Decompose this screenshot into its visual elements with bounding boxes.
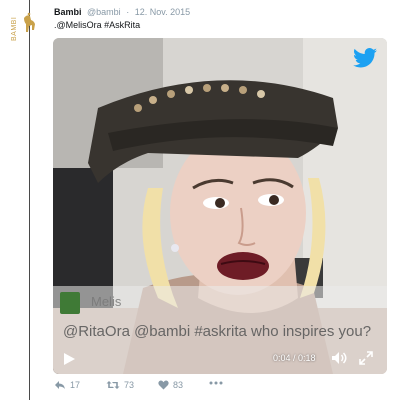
fullscreen-icon[interactable] xyxy=(358,350,374,366)
author-name[interactable]: Bambi xyxy=(54,7,82,17)
more-icon xyxy=(209,381,223,385)
svg-text:BAMBI: BAMBI xyxy=(11,17,18,41)
meta-separator: · xyxy=(126,7,130,17)
heart-icon xyxy=(158,380,169,390)
reply-button[interactable]: 17 xyxy=(54,380,80,390)
twitter-bird-icon xyxy=(353,48,377,68)
quoted-tweet-text: @RitaOra @bambi #askrita who inspires yo… xyxy=(63,323,372,340)
quoted-tweet-name: Melis xyxy=(91,294,122,309)
player-controls: 0:04 / 0:18 xyxy=(53,344,387,374)
retweet-count: 73 xyxy=(124,380,135,390)
like-count: 83 xyxy=(173,380,184,390)
like-button[interactable]: 83 xyxy=(158,380,183,390)
tweet-header: Bambi @bambi · 12. Nov. 2015 xyxy=(54,6,190,18)
video-player[interactable]: Melis @RitaOra @bambi #askrita who inspi… xyxy=(53,38,387,374)
retweet-icon xyxy=(106,381,120,389)
tweet-text: .@MelisOra #AskRita xyxy=(54,20,141,30)
bambi-logo-icon: BAMBI xyxy=(11,12,35,41)
reply-icon xyxy=(55,381,65,389)
tweet-date[interactable]: 12. Nov. 2015 xyxy=(135,7,190,17)
quoted-tweet-avatar xyxy=(60,292,80,314)
play-icon[interactable] xyxy=(61,351,77,367)
volume-icon[interactable] xyxy=(331,350,347,366)
avatar[interactable]: BAMBI xyxy=(10,8,40,42)
retweet-button[interactable]: 73 xyxy=(106,380,134,390)
timeline-rule xyxy=(29,0,30,400)
video-time: 0:04 / 0:18 xyxy=(273,353,316,363)
reply-count: 17 xyxy=(70,380,81,390)
author-handle[interactable]: @bambi xyxy=(87,7,121,17)
more-button[interactable] xyxy=(209,380,227,386)
